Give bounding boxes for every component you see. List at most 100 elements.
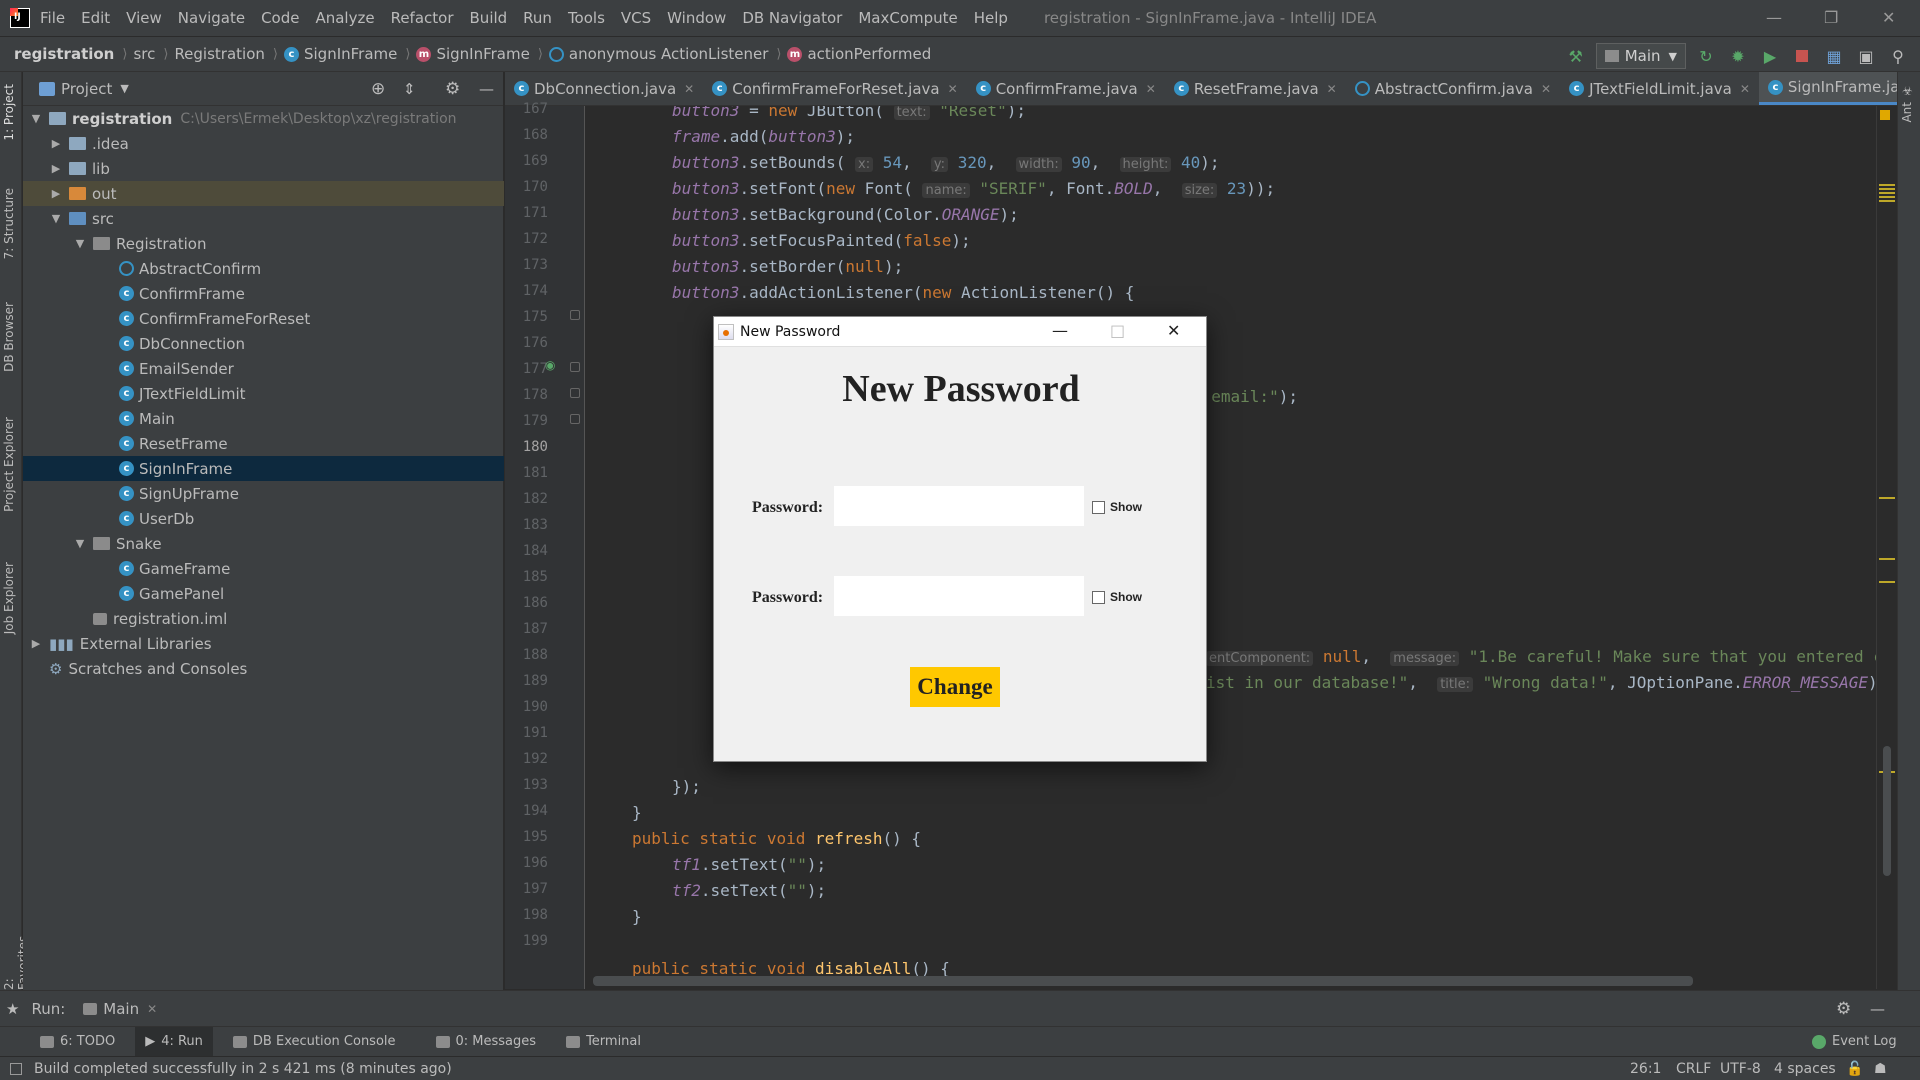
breadcrumb-src[interactable]: src (133, 45, 155, 63)
chevron-down-icon[interactable]: ▼ (120, 82, 128, 95)
marker-icon[interactable] (1879, 558, 1895, 560)
gear-icon[interactable]: ⚙ (1836, 999, 1851, 1019)
menu-file[interactable]: File (40, 9, 65, 27)
tab-ant-tool[interactable]: Ant (1900, 102, 1914, 123)
tree-item-confirmframe[interactable]: c ConfirmFrame (23, 281, 504, 306)
rerun-icon[interactable]: ↻ (1694, 44, 1718, 68)
close-icon[interactable]: ✕ (1740, 82, 1750, 96)
tab-structure-tool[interactable]: 7: Structure (2, 188, 16, 259)
close-icon[interactable]: ✕ (1882, 8, 1895, 27)
change-button[interactable]: Change (910, 667, 1000, 707)
menu-edit[interactable]: Edit (81, 9, 110, 27)
expand-arrow-icon[interactable]: ▶ (29, 637, 43, 650)
breadcrumb-registration[interactable]: Registration (174, 45, 264, 63)
menu-build[interactable]: Build (470, 9, 508, 27)
tree-item-signupframe[interactable]: c SignUpFrame (23, 481, 504, 506)
close-icon[interactable]: ✕ (1146, 82, 1156, 96)
close-icon[interactable]: ✕ (684, 82, 694, 96)
expand-arrow-icon[interactable]: ▶ (49, 137, 63, 150)
hide-panel-icon[interactable]: — (1870, 1000, 1885, 1018)
fold-marker-icon[interactable] (570, 388, 580, 398)
search-icon[interactable]: ⚲ (1886, 44, 1910, 68)
tab-signinframe[interactable]: cSignInFrame.java✕ (1758, 72, 1920, 105)
close-icon[interactable]: ✕ (1541, 82, 1551, 96)
dialog-title-bar[interactable]: New Password — □ ✕ (714, 317, 1206, 347)
menu-db-navigator[interactable]: DB Navigator (742, 9, 842, 27)
close-icon[interactable]: ✕ (147, 1002, 157, 1016)
expand-arrow-icon[interactable]: ▼ (73, 537, 87, 550)
tree-item-scratches[interactable]: ⚙ Scratches and Consoles (23, 656, 504, 681)
tab-confirmframe[interactable]: c ConfirmFrame.java ✕ (967, 72, 1165, 105)
marker-icon[interactable] (1879, 581, 1895, 583)
tree-item-abstractconfirm[interactable]: AbstractConfirm (23, 256, 504, 281)
fold-marker-icon[interactable] (570, 310, 580, 320)
run-config-tab[interactable]: Main (103, 1000, 139, 1018)
close-icon[interactable]: ✕ (948, 82, 958, 96)
close-icon[interactable]: ✕ (1327, 82, 1337, 96)
expand-arrow-icon[interactable]: ▼ (73, 237, 87, 250)
tree-item-emailsender[interactable]: c EmailSender (23, 356, 504, 381)
lock-icon[interactable]: 🔓 (1846, 1061, 1863, 1077)
override-gutter-icon[interactable]: ◉ (545, 358, 555, 372)
favorites-star-icon[interactable]: ★ (6, 1000, 19, 1018)
password-field-1[interactable] (834, 486, 1084, 526)
status-panel-toggle-icon[interactable] (10, 1062, 22, 1075)
tab-jtextfieldlimit[interactable]: c JTextFieldLimit.java ✕ (1560, 72, 1759, 105)
build-hammer-icon[interactable]: ⚒ (1564, 44, 1588, 68)
tree-item-jtextfieldlimit[interactable]: c JTextFieldLimit (23, 381, 504, 406)
tab-db-browser-tool[interactable]: DB Browser (2, 302, 16, 372)
status-message[interactable]: Build completed successfully in 2 s 421 … (34, 1061, 452, 1077)
horizontal-scrollbar[interactable] (593, 976, 1693, 986)
breadcrumb-action-performed[interactable]: m actionPerformed (787, 45, 931, 63)
collapse-all-icon[interactable]: ⇕ (403, 80, 416, 98)
line-separator[interactable]: CRLF (1676, 1061, 1711, 1077)
tree-item-registration-root[interactable]: ▼ registration C:\Users\Ermek\Desktop\xz… (23, 106, 504, 131)
menu-run[interactable]: Run (523, 9, 552, 27)
locate-icon[interactable]: ⊕ (371, 79, 385, 99)
tree-item-gamepanel[interactable]: c GamePanel (23, 581, 504, 606)
marker-icon[interactable] (1879, 184, 1895, 204)
tree-item-gameframe[interactable]: c GameFrame (23, 556, 504, 581)
coverage-icon[interactable]: ▶ (1758, 44, 1782, 68)
menu-window[interactable]: Window (667, 9, 726, 27)
caret-position[interactable]: 26:1 (1630, 1061, 1661, 1077)
expand-arrow-icon[interactable]: ▼ (49, 212, 63, 225)
tab-run[interactable]: ▶ 4: Run (135, 1026, 213, 1057)
password-field-2[interactable] (834, 576, 1084, 616)
tree-item-registration-package[interactable]: ▼ Registration (23, 231, 504, 256)
expand-arrow-icon[interactable]: ▶ (49, 187, 63, 200)
breadcrumb-signinframe-method[interactable]: m SignInFrame (416, 45, 530, 63)
menu-analyze[interactable]: Analyze (315, 9, 374, 27)
tab-project-explorer-tool[interactable]: Project Explorer (2, 417, 16, 512)
file-encoding[interactable]: UTF-8 (1720, 1061, 1761, 1077)
tree-item-out[interactable]: ▶ out (23, 181, 504, 206)
tab-project-tool[interactable]: 1: Project (2, 84, 16, 141)
restore-icon[interactable]: ❐ (1824, 8, 1838, 27)
tree-item-idea[interactable]: ▶ .idea (23, 131, 504, 156)
tab-messages[interactable]: 0: Messages (426, 1027, 547, 1057)
tree-item-external-libraries[interactable]: ▶ ▮▮▮ External Libraries (23, 631, 504, 656)
tab-job-explorer-tool[interactable]: Job Explorer (2, 562, 16, 634)
breadcrumb-signinframe-class[interactable]: c SignInFrame (283, 45, 397, 63)
event-log-button[interactable]: Event Log (1802, 1027, 1907, 1057)
project-panel-title[interactable]: Project (61, 80, 112, 98)
indent-setting[interactable]: 4 spaces (1774, 1061, 1836, 1077)
fold-marker-icon[interactable] (570, 362, 580, 372)
expand-arrow-icon[interactable]: ▼ (29, 112, 43, 125)
tab-confirmframeforreset[interactable]: c ConfirmFrameForReset.java ✕ (703, 72, 966, 105)
tree-item-dbconnection[interactable]: c DbConnection (23, 331, 504, 356)
menu-help[interactable]: Help (974, 9, 1008, 27)
close-icon[interactable]: ✕ (1167, 321, 1180, 340)
fold-marker-icon[interactable] (570, 414, 580, 424)
tree-item-snake-package[interactable]: ▼ Snake (23, 531, 504, 556)
tab-abstractconfirm[interactable]: AbstractConfirm.java ✕ (1346, 72, 1560, 105)
menu-maxcompute[interactable]: MaxCompute (858, 9, 957, 27)
gear-icon[interactable]: ⚙ (445, 79, 460, 99)
project-structure-icon[interactable]: ▦ (1822, 44, 1846, 68)
show-password-checkbox-2[interactable]: Show (1092, 590, 1142, 604)
minimize-icon[interactable]: — (1766, 8, 1782, 27)
show-password-checkbox-1[interactable]: Show (1092, 500, 1142, 514)
breadcrumb-anonymous-listener[interactable]: anonymous ActionListener (548, 45, 768, 63)
tab-db-execution-console[interactable]: DB Execution Console (223, 1027, 406, 1057)
menu-navigate[interactable]: Navigate (178, 9, 245, 27)
